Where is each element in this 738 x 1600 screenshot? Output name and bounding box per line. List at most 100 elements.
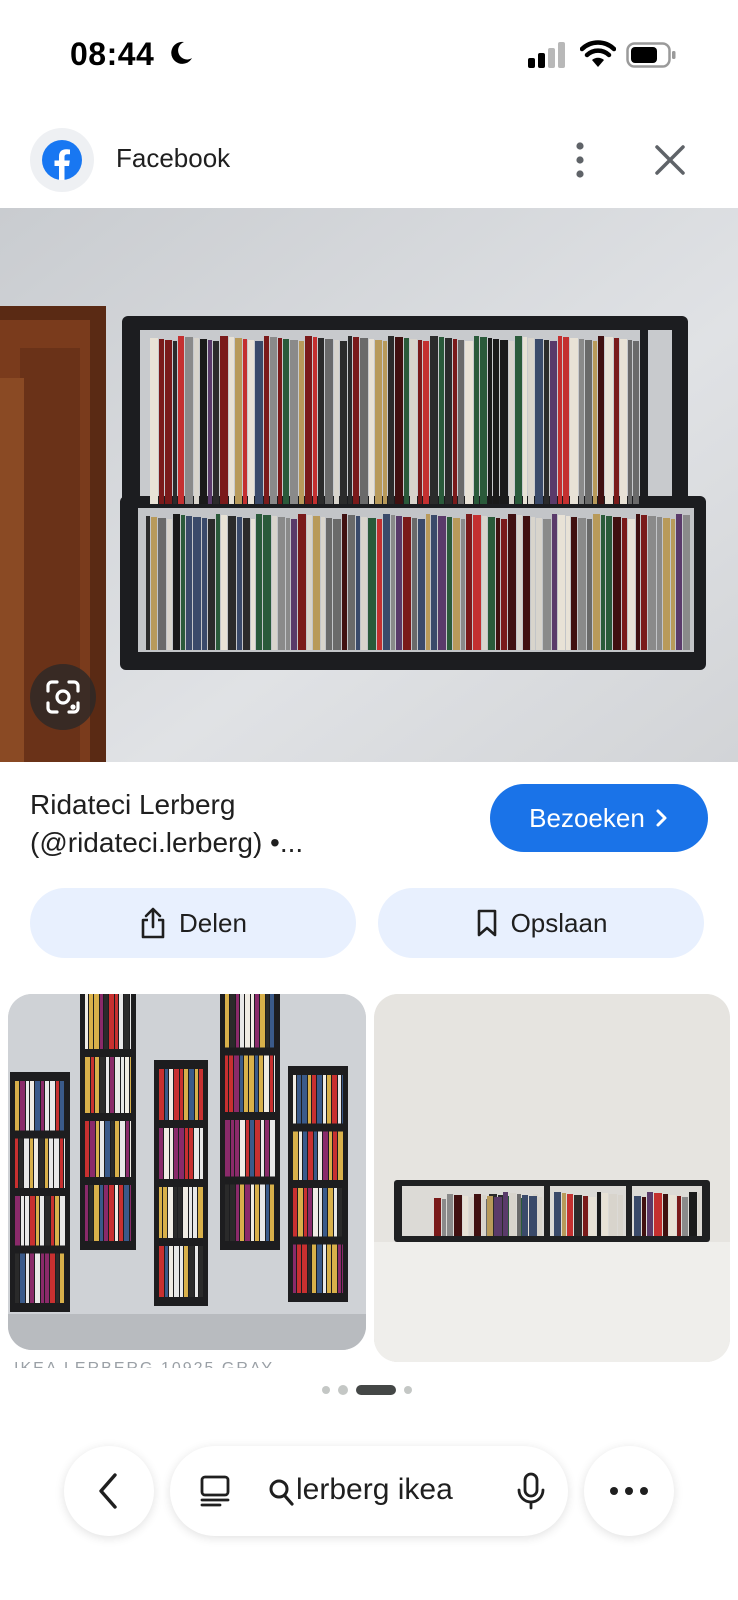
dvd-spine	[185, 1128, 188, 1179]
dvd-spine	[198, 1187, 203, 1238]
cd-spine	[528, 338, 534, 504]
visit-button[interactable]: Bezoeken	[490, 784, 708, 852]
dvd-spine	[115, 1057, 120, 1113]
more-vertical-icon[interactable]	[564, 138, 596, 182]
cd-spine	[517, 1194, 521, 1236]
dvd-spine	[120, 1121, 125, 1177]
more-options-button[interactable]	[584, 1446, 674, 1536]
cd-spine	[431, 515, 437, 650]
cd-spine	[369, 339, 374, 504]
cd-spine	[698, 1193, 700, 1236]
cd-spine	[574, 1195, 582, 1236]
dvd-spine	[231, 1120, 234, 1177]
dvd-spine	[199, 1069, 203, 1120]
dvd-spine	[342, 1244, 343, 1293]
dvd-spine	[246, 1120, 249, 1177]
cd-spine	[614, 338, 619, 504]
cd-spine	[597, 1192, 601, 1236]
cd-spine	[463, 1196, 468, 1236]
search-query[interactable]: lerberg ikea	[296, 1473, 453, 1507]
cd-spine	[663, 518, 670, 650]
cd-spine	[531, 517, 535, 650]
dvd-spine	[308, 1131, 313, 1180]
cd-spine	[361, 517, 367, 650]
dvd-spine	[245, 1184, 250, 1241]
dvd-spine	[332, 1244, 337, 1293]
result-title[interactable]: Ridateci Lerberg (@ridateci.lerberg) •..…	[30, 786, 470, 862]
dvd-spine	[159, 1069, 164, 1120]
dvd-spine	[313, 1188, 318, 1237]
save-button[interactable]: Opslaan	[378, 888, 704, 958]
dvd-spine	[164, 1128, 169, 1179]
cd-spine	[313, 337, 317, 504]
cd-spine	[587, 519, 592, 650]
cd-spine	[383, 514, 390, 650]
cd-spine	[628, 340, 632, 504]
cd-spine	[671, 519, 675, 650]
cd-spine	[453, 518, 460, 650]
dvd-spine	[261, 1120, 264, 1177]
cd-spine	[461, 519, 465, 650]
cd-spine	[579, 339, 584, 504]
dvd-spine	[60, 1138, 63, 1188]
related-image-1-illustration	[8, 994, 366, 1350]
main-image-illustration	[0, 208, 738, 762]
dvd-spine	[293, 1188, 297, 1237]
main-image[interactable]	[0, 208, 738, 762]
dvd-spine	[323, 1075, 326, 1124]
dvd-spine	[270, 1184, 274, 1241]
related-image-1[interactable]	[8, 994, 366, 1350]
dvd-spine	[225, 1120, 230, 1177]
save-button-label: Opslaan	[510, 907, 608, 938]
cd-spine	[567, 1194, 573, 1236]
cd-spine	[487, 1196, 493, 1236]
dvd-spine	[15, 1253, 19, 1303]
dvd-spine	[50, 1081, 55, 1131]
cd-spine	[305, 336, 312, 504]
cd-spine	[613, 517, 621, 650]
dvd-spine	[159, 1128, 163, 1179]
more-horizontal-icon	[610, 1487, 648, 1495]
source-name[interactable]: Facebook	[116, 143, 230, 174]
cd-spine	[654, 1193, 662, 1236]
dvd-spine	[100, 1121, 104, 1177]
dvd-spine	[36, 1196, 39, 1246]
google-lens-button[interactable]	[30, 664, 96, 730]
dvd-spine	[168, 1187, 173, 1238]
dvd-spine	[24, 1138, 29, 1188]
cd-spine	[566, 516, 570, 650]
dvd-spine	[178, 1187, 182, 1238]
dvd-spine	[110, 1057, 114, 1113]
cd-spine	[554, 1192, 561, 1236]
cd-spine	[439, 337, 444, 504]
dvd-spine	[90, 1121, 95, 1177]
microphone-icon[interactable]	[516, 1472, 546, 1510]
dvd-spine	[240, 1120, 245, 1177]
dvd-spine	[251, 1184, 254, 1241]
cd-spine	[602, 1193, 608, 1236]
dvd-spine	[297, 1244, 301, 1293]
dvd-spine	[85, 1057, 90, 1113]
dvd-spine	[45, 1253, 49, 1303]
related-image-2[interactable]	[374, 994, 730, 1362]
share-button[interactable]: Delen	[30, 888, 356, 958]
facebook-logo-icon[interactable]	[30, 128, 94, 192]
cd-spine	[682, 1197, 688, 1236]
dvd-spine	[34, 1138, 38, 1188]
cd-spine	[488, 517, 495, 650]
dvd-spine	[266, 994, 269, 1048]
dvd-spine	[229, 1055, 233, 1112]
back-button[interactable]	[64, 1446, 154, 1536]
dvd-spine	[165, 1246, 168, 1297]
tabs-icon[interactable]	[198, 1474, 232, 1508]
dvd-spine	[244, 1055, 248, 1112]
dvd-spine	[234, 1055, 239, 1112]
dvd-spine	[250, 1120, 254, 1177]
close-icon[interactable]	[652, 140, 688, 180]
cd-spine	[669, 1195, 676, 1236]
dvd-spine	[25, 1196, 29, 1246]
result-title-line1: Ridateci Lerberg	[30, 789, 236, 820]
search-bar[interactable]: lerberg ikea	[170, 1446, 568, 1536]
dvd-spine	[308, 1075, 311, 1124]
dvd-spine	[64, 1138, 65, 1188]
